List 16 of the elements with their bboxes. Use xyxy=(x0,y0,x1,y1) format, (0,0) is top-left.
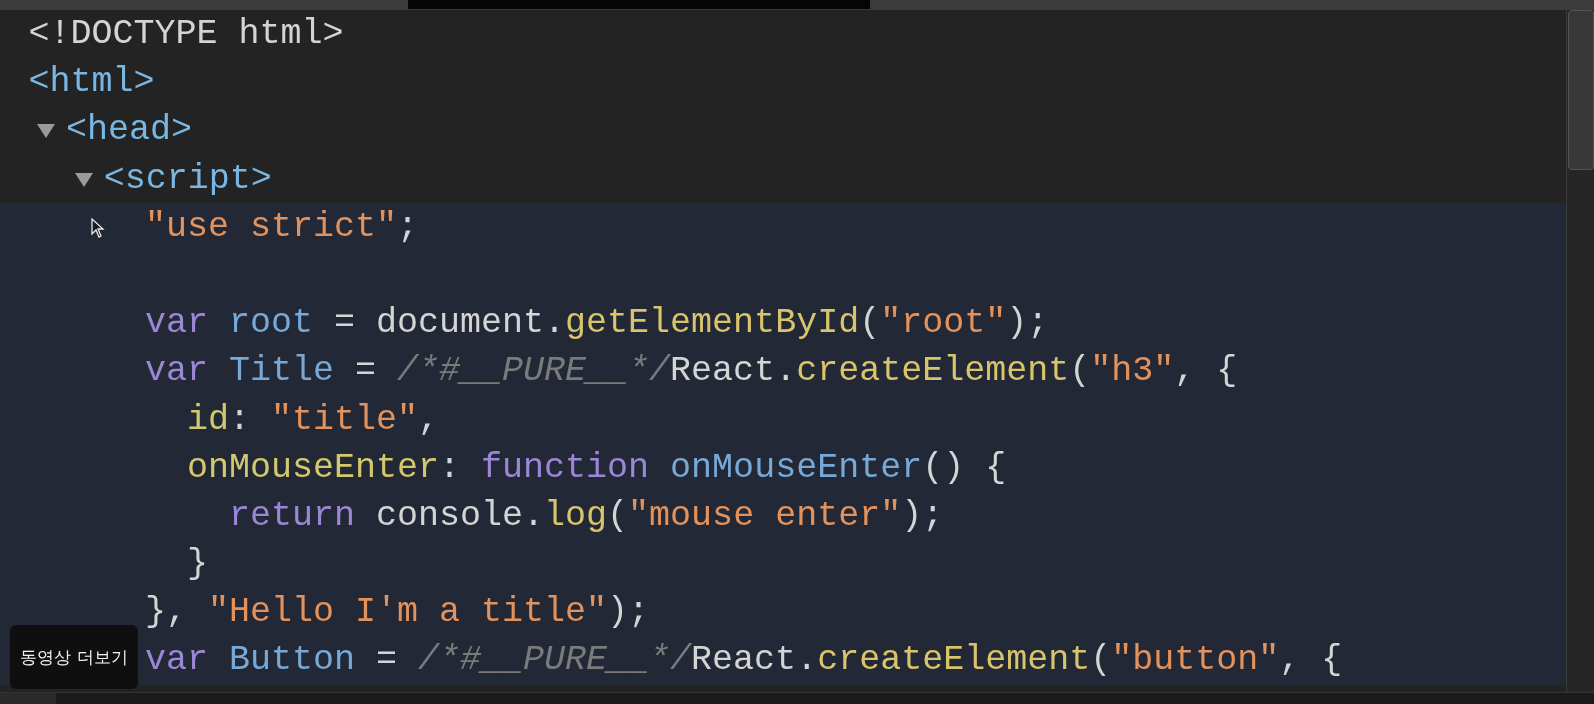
dom-node[interactable]: <html> xyxy=(28,62,155,103)
code-line: var root = document.getElementById("root"); xyxy=(145,302,1050,346)
code-line: var Button = /*#__PURE__*/React.createElement("button", { xyxy=(145,639,1344,683)
dom-node[interactable]: <head> xyxy=(66,110,193,151)
mouse-cursor-icon xyxy=(91,217,105,238)
code-line: id: "title", xyxy=(186,398,441,442)
code-line: }, "Hello I'm a title"); xyxy=(145,591,651,635)
code-line: var Title = /*#__PURE__*/React.createElement("h3", { xyxy=(145,350,1239,394)
code-line: } xyxy=(186,543,209,587)
code-line: "use strict"; xyxy=(145,205,420,249)
more-videos-button[interactable]: 동영상 더보기 xyxy=(10,625,138,689)
dom-node[interactable]: <!DOCTYPE html> xyxy=(28,14,344,55)
scrollbar-thumb[interactable] xyxy=(1568,10,1594,170)
code-line: onMouseEnter: function onMouseEnter() { xyxy=(186,446,1008,490)
code-line: return console.log("mouse enter"); xyxy=(228,494,945,538)
dom-node[interactable]: <script> xyxy=(103,158,272,199)
